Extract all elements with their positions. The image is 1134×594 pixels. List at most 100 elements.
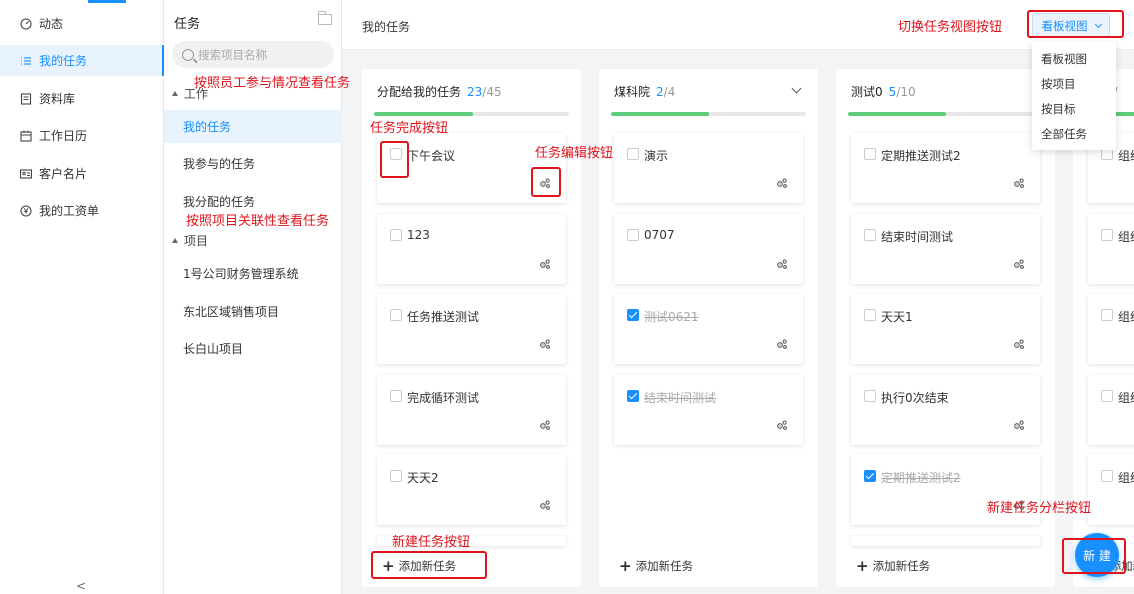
task-edit-gear-icon[interactable] bbox=[1013, 419, 1025, 431]
nav-item-my-tasks[interactable]: 我的任务 bbox=[0, 45, 164, 76]
task-complete-checkbox[interactable] bbox=[390, 390, 402, 402]
task-complete-checkbox[interactable] bbox=[864, 309, 876, 321]
new-folder-icon[interactable] bbox=[318, 11, 332, 25]
task-card[interactable]: 组织 bbox=[1088, 214, 1134, 284]
task-complete-checkbox[interactable] bbox=[864, 148, 876, 160]
task-complete-checkbox[interactable] bbox=[627, 148, 639, 160]
task-card[interactable]: 0707 bbox=[614, 214, 803, 284]
task-edit-gear-icon[interactable] bbox=[776, 258, 788, 270]
nav-item-payroll[interactable]: 我的工资单 bbox=[0, 195, 164, 226]
highlight-add-task bbox=[371, 551, 487, 579]
task-complete-checkbox[interactable] bbox=[864, 470, 876, 482]
task-title: 定期推送测试2 bbox=[881, 149, 961, 163]
view-option-by-goal[interactable]: 按目标 bbox=[1032, 96, 1116, 121]
task-card[interactable]: 天天2 bbox=[377, 455, 566, 525]
task-edit-gear-icon[interactable] bbox=[539, 258, 551, 270]
task-edit-gear-icon[interactable] bbox=[1013, 177, 1025, 189]
task-edit-gear-icon[interactable] bbox=[1013, 258, 1025, 270]
task-card[interactable]: 天天1 bbox=[851, 294, 1040, 364]
task-edit-gear-icon[interactable] bbox=[1013, 338, 1025, 350]
progress-fill bbox=[848, 112, 946, 116]
task-card[interactable]: 组织 bbox=[1088, 294, 1134, 364]
column-menu-chevron-icon[interactable] bbox=[791, 83, 802, 94]
collapse-nav-button[interactable]: < bbox=[76, 579, 86, 593]
task-edit-gear-icon[interactable] bbox=[776, 338, 788, 350]
task-complete-checkbox[interactable] bbox=[864, 390, 876, 402]
column-progress-bar bbox=[611, 112, 806, 116]
add-task-label: 添加新任务 bbox=[635, 559, 694, 573]
progress-fill bbox=[374, 112, 474, 116]
task-card[interactable]: 组织 bbox=[1088, 375, 1134, 445]
project-item[interactable]: 东北区域销售项目 bbox=[164, 295, 342, 328]
main-topbar: 我的任务 看板视图 bbox=[342, 0, 1134, 50]
task-card[interactable]: 演示 bbox=[614, 133, 803, 203]
task-title: 测试0621 bbox=[644, 310, 699, 324]
task-card[interactable]: 定期推送测试2 bbox=[851, 133, 1040, 203]
project-item[interactable]: 长白山项目 bbox=[164, 332, 342, 365]
highlight-complete-checkbox bbox=[380, 141, 409, 178]
project-search-input[interactable] bbox=[198, 47, 318, 62]
task-card[interactable]: 任务推送测试 bbox=[377, 294, 566, 364]
column-total-count: /4 bbox=[663, 84, 676, 99]
task-complete-checkbox[interactable] bbox=[627, 229, 639, 241]
task-card[interactable]: 结束时间测试 bbox=[851, 214, 1040, 284]
task-complete-checkbox[interactable] bbox=[390, 229, 402, 241]
task-card-overflow bbox=[851, 536, 1040, 546]
nav-item-library[interactable]: 资料库 bbox=[0, 83, 164, 114]
task-card[interactable]: 123 bbox=[377, 214, 566, 284]
column-done-count: 5 bbox=[888, 84, 897, 99]
task-card[interactable]: 执行0次结束 bbox=[851, 375, 1040, 445]
yen-icon bbox=[20, 204, 32, 217]
task-edit-gear-icon[interactable] bbox=[776, 419, 788, 431]
search-box bbox=[172, 41, 334, 68]
project-item[interactable]: 1号公司财务管理系统 bbox=[164, 257, 342, 290]
annotation-task-complete: 任务完成按钮 bbox=[370, 121, 449, 136]
task-edit-gear-icon[interactable] bbox=[539, 419, 551, 431]
task-title: 演示 bbox=[644, 149, 669, 163]
task-edit-gear-icon[interactable] bbox=[539, 338, 551, 350]
task-complete-checkbox[interactable] bbox=[390, 309, 402, 321]
nav-item-activity[interactable]: 动态 bbox=[0, 8, 164, 39]
group-label: 项目 bbox=[184, 234, 209, 248]
task-complete-checkbox[interactable] bbox=[627, 390, 639, 402]
task-card[interactable]: 完成循环测试 bbox=[377, 375, 566, 445]
column-header: 分配给我的任务 23/45 bbox=[377, 83, 502, 100]
task-title: 结束时间测试 bbox=[881, 230, 954, 244]
sub-item-participated-tasks[interactable]: 我参与的任务 bbox=[164, 147, 342, 180]
nav-item-label: 我的工资单 bbox=[39, 204, 100, 218]
add-task-button[interactable]: +添加新任务 bbox=[619, 558, 693, 574]
nav-item-business-card[interactable]: 客户名片 bbox=[0, 158, 164, 189]
task-complete-checkbox[interactable] bbox=[1101, 390, 1113, 402]
view-option-by-project[interactable]: 按项目 bbox=[1032, 71, 1116, 96]
task-title: 组织 bbox=[1118, 310, 1134, 324]
plus-icon: + bbox=[619, 556, 632, 575]
task-complete-checkbox[interactable] bbox=[1101, 229, 1113, 241]
task-title: 定期推送测试2 bbox=[881, 471, 961, 485]
task-card[interactable]: 结束时间测试 bbox=[614, 375, 803, 445]
column-header: 煤科院 2/4 bbox=[614, 83, 675, 100]
view-dropdown: 看板视图 按项目 按目标 全部任务 bbox=[1032, 42, 1116, 150]
task-title: 0707 bbox=[644, 228, 675, 242]
nav-item-calendar[interactable]: 工作日历 bbox=[0, 120, 164, 151]
task-edit-gear-icon[interactable] bbox=[539, 499, 551, 511]
task-complete-checkbox[interactable] bbox=[864, 229, 876, 241]
sub-item-my-tasks[interactable]: 我的任务 bbox=[164, 110, 342, 143]
task-complete-checkbox[interactable] bbox=[1101, 470, 1113, 482]
task-complete-checkbox[interactable] bbox=[1101, 309, 1113, 321]
add-task-button[interactable]: +添加新任务 bbox=[856, 558, 930, 574]
task-complete-checkbox[interactable] bbox=[627, 309, 639, 321]
task-edit-gear-icon[interactable] bbox=[776, 177, 788, 189]
task-card[interactable]: 组织 bbox=[1088, 455, 1134, 525]
left-nav: 动态 我的任务 资料库 工作日历 客户名片 我的工资单 < bbox=[0, 0, 164, 594]
list-icon bbox=[20, 55, 32, 67]
group-project[interactable]: 项目 bbox=[172, 232, 208, 249]
task-complete-checkbox[interactable] bbox=[390, 470, 402, 482]
view-option-all-tasks[interactable]: 全部任务 bbox=[1032, 121, 1116, 146]
annotation-by-project: 按照项目关联性查看任务 bbox=[186, 214, 330, 229]
task-card[interactable]: 测试0621 bbox=[614, 294, 803, 364]
document-icon bbox=[20, 92, 32, 105]
column-progress-bar bbox=[848, 112, 1043, 116]
view-option-kanban[interactable]: 看板视图 bbox=[1032, 46, 1116, 71]
annotation-new-task: 新建任务按钮 bbox=[392, 535, 471, 550]
highlight-edit-button bbox=[531, 167, 561, 197]
